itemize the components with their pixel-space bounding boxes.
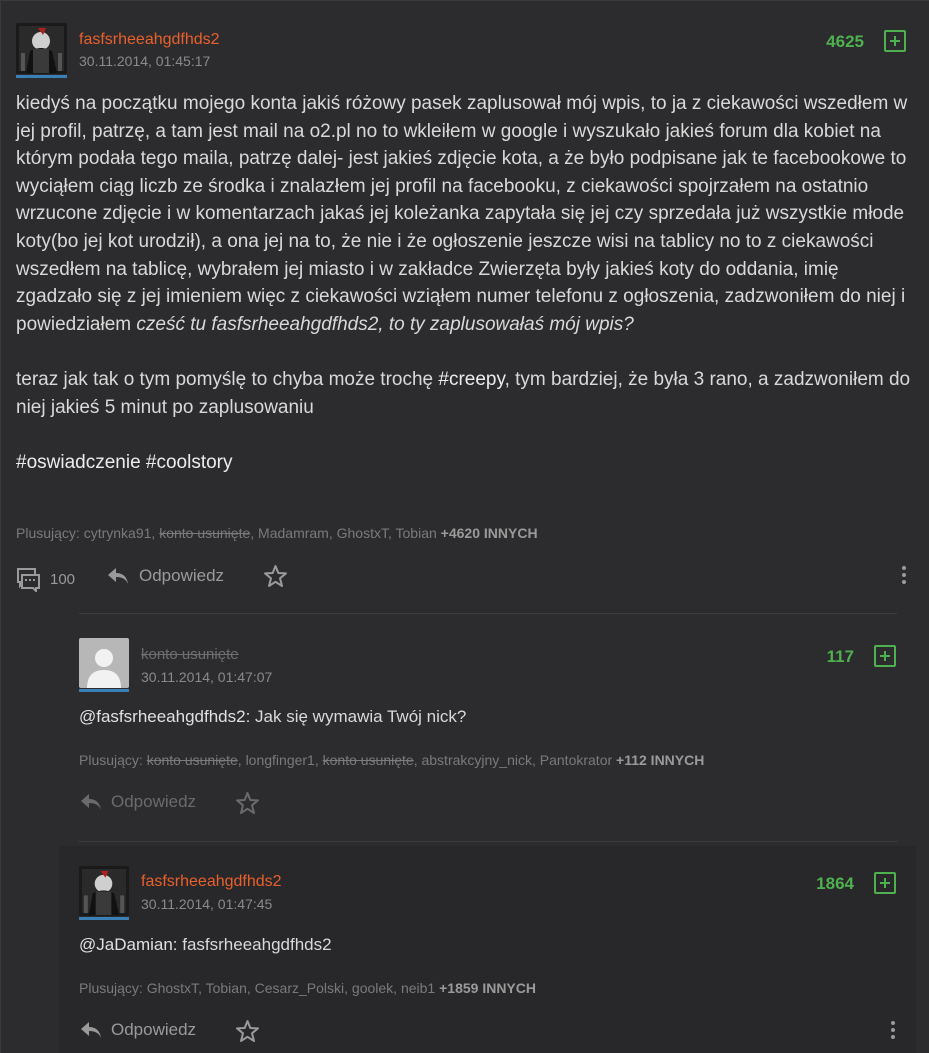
post-plus-button[interactable]: [884, 30, 906, 52]
reply-label: Odpowiedz: [139, 566, 225, 585]
mention-link[interactable]: @JaDamian: [79, 935, 173, 954]
pluser-link[interactable]: goolek: [352, 980, 393, 996]
reply-button[interactable]: Odpowiedz: [106, 566, 224, 586]
pluser-link[interactable]: Cesarz_Polski: [255, 980, 344, 996]
reply-arrow-icon: [81, 794, 101, 810]
pluser-link[interactable]: Madamram: [258, 525, 329, 541]
comment-2-reply-button[interactable]: Odpowiedz: [79, 1020, 196, 1040]
comment-1-favorite-button[interactable]: [235, 791, 260, 815]
pluser-link[interactable]: neib1: [401, 980, 435, 996]
post-more-options-icon[interactable]: [902, 566, 906, 587]
avatar-underline: [79, 917, 129, 920]
avatar-underline: [79, 689, 129, 692]
comment-2-vote-count: 1864: [816, 874, 854, 893]
post-paragraph-1-text: kiedyś na początku mojego konta jakiś ró…: [16, 93, 908, 335]
post-plusers: Plusujący: cytrynka91, konto usunięte, M…: [16, 525, 538, 541]
post-paragraph-2-text: teraz jak tak o tym pomyślę to chyba moż…: [16, 368, 439, 390]
pluser-link[interactable]: Tobian: [206, 980, 247, 996]
pluser-link[interactable]: GhostxT: [147, 980, 198, 996]
comment-1-avatar[interactable]: [79, 638, 129, 688]
avatar-underline: [16, 75, 67, 78]
plusers-more-link[interactable]: +4620 INNYCH: [441, 525, 538, 541]
comment-1-text: : Jak się wymawia Twój nick?: [245, 707, 467, 726]
comment-1-plusers: Plusujący: konto usunięte, longfinger1, …: [79, 752, 705, 768]
pluser-link[interactable]: abstrakcyjny_nick: [421, 752, 532, 768]
avatar-image-icon: [79, 866, 129, 916]
reply-label: Odpowiedz: [111, 792, 197, 811]
pluser-link[interactable]: Pantokrator: [540, 752, 612, 768]
reply-arrow-icon: [81, 1022, 101, 1038]
comment-1-vote-count: 117: [826, 647, 854, 666]
star-icon: [236, 792, 259, 814]
comment-2-more-options-icon[interactable]: [891, 1021, 895, 1042]
comment-2-body: @JaDamian: fasfsrheeahgdfhds2: [79, 935, 332, 955]
post-paragraph-2: teraz jak tak o tym pomyślę to chyba moż…: [16, 366, 911, 421]
comment-separator: [79, 841, 897, 842]
plusers-label: Plusujący:: [79, 980, 143, 996]
comment-2-plusers: Plusujący: GhostxT, Tobian, Cesarz_Polsk…: [79, 980, 536, 996]
tag-link-creepy[interactable]: #creepy: [438, 369, 504, 390]
pluser-link[interactable]: cytrynka91: [84, 525, 152, 541]
post-body: kiedyś na początku mojego konta jakiś ró…: [16, 90, 911, 476]
comment-2-favorite-button[interactable]: [235, 1019, 260, 1043]
post-date[interactable]: 30.11.2014, 01:45:17: [79, 53, 210, 69]
default-user-avatar-icon: [79, 638, 129, 688]
reply-arrow-icon: [108, 568, 128, 584]
comment-2-author[interactable]: fasfsrheeahgdfhds2: [141, 873, 282, 891]
comment-1-plus-button[interactable]: [874, 645, 896, 667]
comment-1-date[interactable]: 30.11.2014, 01:47:07: [141, 669, 272, 685]
comment-2-avatar[interactable]: [79, 866, 129, 916]
pluser-link[interactable]: Tobian: [396, 525, 437, 541]
comment-separator: [79, 613, 897, 614]
pluser-link-deleted: konto usunięte: [146, 752, 238, 768]
post-paragraph-1: kiedyś na początku mojego konta jakiś ró…: [16, 90, 911, 338]
comment-2-text: : fasfsrheeahgdfhds2: [172, 935, 332, 954]
plusers-more-link[interactable]: +1859 INNYCH: [439, 980, 536, 996]
comments-count: 100: [50, 570, 76, 588]
comment-1-reply-button[interactable]: Odpowiedz: [79, 792, 196, 812]
post-paragraph-1-italic: cześć tu fasfsrheeahgdfhds2, to ty zaplu…: [136, 313, 634, 335]
author-avatar[interactable]: [16, 23, 67, 74]
comments-count-button[interactable]: 100: [16, 566, 75, 592]
plusers-more-link[interactable]: +112 INNYCH: [616, 752, 704, 768]
entry-container: fasfsrheeahgdfhds2 30.11.2014, 01:45:17 …: [0, 0, 929, 1053]
post-author-name[interactable]: fasfsrheeahgdfhds2: [79, 31, 220, 49]
avatar-image-icon: [16, 23, 67, 74]
star-icon: [264, 565, 287, 587]
pluser-link[interactable]: longfinger1: [246, 752, 315, 768]
post-tags-line[interactable]: #oswiadczenie #coolstory: [16, 449, 911, 477]
comment-1-author: konto usunięte: [141, 646, 239, 663]
comment-1-body: @fasfsrheeahgdfhds2: Jak się wymawia Twó…: [79, 707, 466, 727]
comment-2-date[interactable]: 30.11.2014, 01:47:45: [141, 896, 272, 912]
favorite-button[interactable]: [263, 564, 288, 588]
post-vote-count: 4625: [826, 32, 864, 51]
mention-link[interactable]: @fasfsrheeahgdfhds2: [79, 707, 246, 726]
pluser-link[interactable]: GhostxT: [337, 525, 388, 541]
pluser-link-deleted: konto usunięte: [159, 525, 251, 541]
plusers-label: Plusujący:: [16, 525, 80, 541]
pluser-link-deleted: konto usunięte: [322, 752, 414, 768]
plusers-label: Plusujący:: [79, 752, 143, 768]
comments-icon: [17, 568, 40, 592]
star-icon: [236, 1020, 259, 1042]
comment-2-plus-button[interactable]: [874, 872, 896, 894]
reply-label: Odpowiedz: [111, 1020, 197, 1039]
